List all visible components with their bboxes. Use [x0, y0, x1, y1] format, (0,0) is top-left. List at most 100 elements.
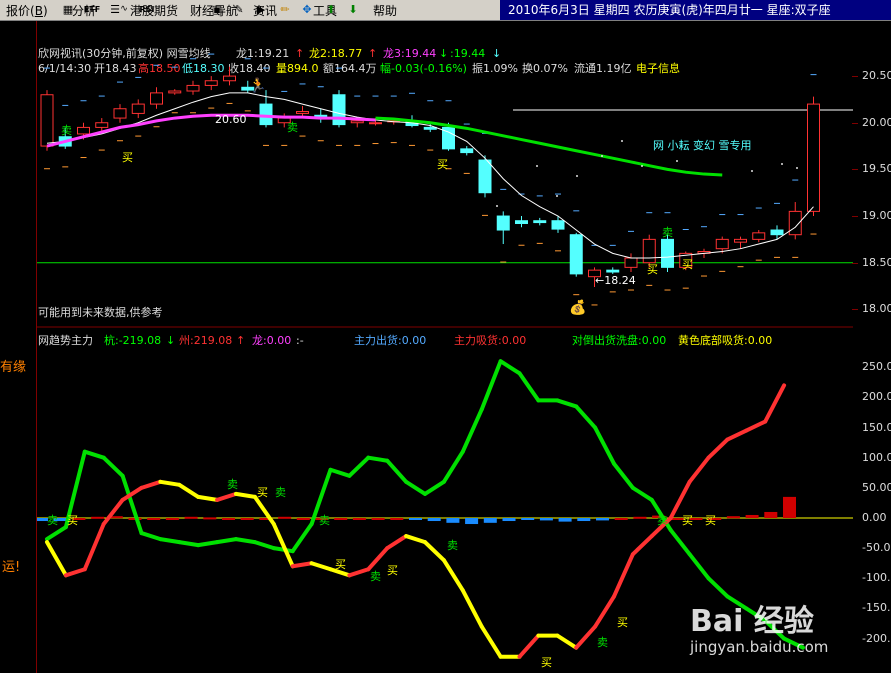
histogram-bar — [165, 518, 179, 520]
hang-line — [687, 552, 711, 581]
candle-body — [478, 159, 492, 194]
top-y-tick — [852, 216, 858, 218]
hang-line — [177, 540, 201, 548]
candle-body — [715, 238, 729, 250]
scatter-dot — [751, 170, 753, 172]
hang-line — [366, 455, 390, 463]
zhou-line — [347, 567, 371, 578]
top-y-tick-label: 19.50 — [862, 162, 891, 176]
hang-line — [630, 485, 654, 502]
toolbar-square-icon[interactable]: ▣ — [208, 1, 226, 18]
sell-signal-label: 卖 — [662, 226, 673, 239]
candle-body — [496, 215, 510, 231]
zhou-line — [725, 428, 749, 442]
candle-body — [77, 126, 90, 135]
candle-body — [113, 108, 127, 119]
down-arrow-icon[interactable]: ⬇ — [344, 1, 362, 18]
hang-line — [706, 576, 730, 599]
zhou-line — [706, 437, 730, 460]
chart-icon[interactable]: ▦ — [59, 1, 77, 18]
buy-indicator-label: 买 — [67, 514, 78, 527]
scatter-dot — [556, 195, 558, 197]
histogram-bar — [577, 518, 591, 522]
zhou-line — [139, 479, 163, 490]
candle-body — [661, 238, 674, 268]
menu-quote[interactable]: 报价(B) — [6, 2, 48, 19]
hang-line — [252, 540, 276, 551]
hang-line — [215, 537, 238, 545]
zhou-line — [177, 482, 201, 499]
buy-indicator-label: 买 — [335, 558, 346, 571]
candle-body — [204, 80, 218, 86]
hang-line — [593, 425, 616, 466]
zhou-line — [366, 546, 390, 572]
date-info-bar: 2010年6月3日 星期四 农历庚寅(虎)年四月廿一 星座:双子座 — [500, 0, 891, 20]
left-label-youyuan: 有缘 — [0, 360, 27, 375]
bottom-y-tick-label: 100.00 — [862, 450, 891, 464]
candle-body — [569, 234, 583, 275]
play-icon[interactable]: ▶ — [252, 1, 270, 18]
bottom-y-tick-label: 50.00 — [862, 480, 891, 494]
hang-line — [517, 371, 541, 403]
sell-indicator-label: 卖 — [657, 514, 668, 527]
zhou-line — [574, 624, 598, 650]
zhou-line — [271, 522, 295, 569]
etf-icon[interactable]: ETF — [83, 1, 101, 18]
ma-magenta-line — [46, 113, 376, 148]
sell-signal-label: 卖 — [287, 121, 298, 134]
histogram-bar — [147, 518, 161, 520]
zhou-line — [763, 383, 787, 424]
top-y-tick-label: 20.00 — [862, 115, 891, 129]
zhou-line — [101, 497, 125, 527]
sell-indicator-label: 卖 — [370, 570, 381, 583]
scatter-dot — [641, 165, 643, 167]
hang-line — [45, 525, 68, 542]
candle-body — [223, 75, 236, 82]
hang-line — [555, 398, 579, 409]
candle-body — [40, 94, 54, 147]
candle-body — [624, 257, 638, 268]
hang-line — [196, 540, 220, 548]
menu-help[interactable]: 帮助 — [373, 2, 397, 19]
zhou-line — [63, 567, 87, 578]
pencil-icon[interactable]: ✏ — [276, 1, 294, 18]
candle-body — [95, 122, 109, 128]
zhou-line — [460, 588, 484, 629]
zhou-line — [82, 522, 106, 572]
histogram-bar — [203, 517, 217, 520]
candle-body — [186, 84, 200, 92]
hang-line — [328, 467, 352, 478]
histogram-bar — [352, 518, 366, 520]
hang-line — [441, 449, 465, 484]
histogram-bar — [91, 516, 105, 519]
candle-body — [332, 94, 346, 126]
left-strip: 有缘 运! — [0, 21, 37, 673]
zhou-line — [309, 561, 333, 572]
hang-line — [290, 522, 314, 554]
histogram-bar — [409, 518, 422, 520]
buy-indicator-label: 买 — [257, 486, 268, 499]
wave-icon[interactable]: ∿ — [115, 1, 133, 18]
zhou-line — [744, 419, 768, 433]
histogram-bar — [502, 518, 516, 522]
top-y-tick-label: 20.50 — [862, 69, 891, 83]
candle-body — [551, 220, 565, 230]
up-arrow-icon[interactable]: ⬆ — [322, 1, 340, 18]
money-bag-icon: 💰 — [569, 299, 586, 316]
zhou-line — [593, 594, 616, 629]
zhou-line — [290, 561, 314, 569]
sell-indicator-label: 卖 — [319, 514, 330, 527]
buy-indicator-label: 买 — [682, 514, 693, 527]
sell-indicator-label: 卖 — [227, 478, 238, 491]
wrench-icon[interactable]: ✎ — [230, 1, 248, 18]
zhou-line — [668, 479, 692, 520]
bottom-y-tick-label: 200.00 — [862, 390, 891, 404]
sell-indicator-label: 卖 — [447, 539, 458, 552]
zhou-line — [441, 558, 465, 593]
rsi-icon[interactable]: RSI — [138, 1, 156, 18]
candle-body — [734, 238, 747, 243]
runner-icon: 🏃 — [249, 77, 266, 94]
histogram-bar — [240, 518, 254, 520]
hang-line — [574, 404, 598, 430]
hang-line — [234, 537, 257, 545]
